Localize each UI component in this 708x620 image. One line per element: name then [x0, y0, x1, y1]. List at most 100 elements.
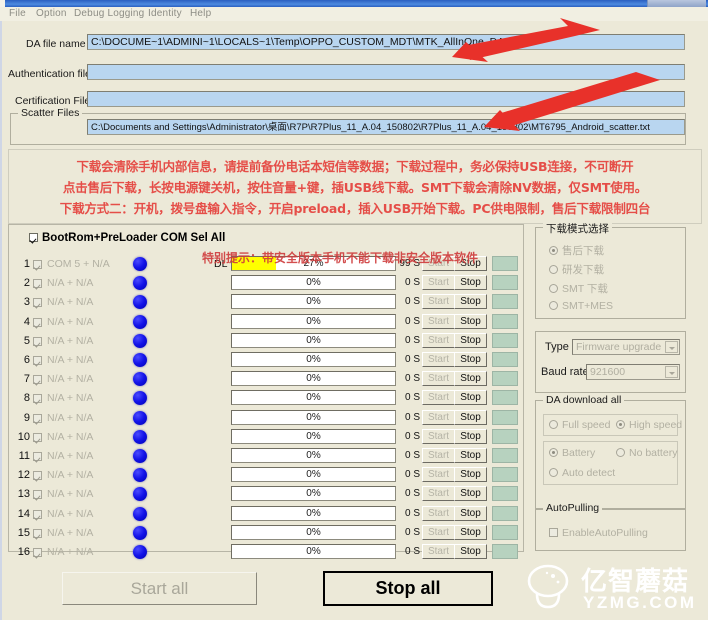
- battery-radio-no-battery[interactable]: [616, 448, 625, 457]
- mode-option-aftersale[interactable]: 售后下载: [549, 243, 604, 258]
- elapsed-seconds: 0 S: [404, 296, 420, 308]
- table-row: 5 N/A + N/A 0% 0 S Start Stop: [9, 332, 525, 351]
- table-row: 13 N/A + N/A 0% 0 S Start Stop: [9, 485, 525, 504]
- stop-button[interactable]: Stop: [454, 275, 487, 291]
- stop-button[interactable]: Stop: [454, 294, 487, 310]
- mode-radio-aftersale[interactable]: [549, 246, 558, 255]
- start-button[interactable]: Start: [422, 524, 455, 540]
- stop-button[interactable]: Stop: [454, 352, 487, 367]
- elapsed-seconds: 0 S: [404, 392, 420, 404]
- start-button[interactable]: Start: [422, 294, 455, 310]
- stop-button[interactable]: Stop: [454, 332, 487, 348]
- start-button[interactable]: Start: [422, 448, 455, 463]
- stop-button[interactable]: Stop: [454, 524, 487, 540]
- status-indicator-icon: [133, 391, 147, 406]
- stop-button[interactable]: Stop: [454, 371, 487, 387]
- warning-panel: 下载会清除手机内部信息，请提前备份电话本短信等数据；下载过程中，务必保持USB连…: [8, 149, 702, 224]
- battery-radio-auto-detect[interactable]: [549, 468, 558, 477]
- cert-file-input[interactable]: [87, 91, 685, 107]
- autopolling-checkbox[interactable]: [549, 528, 558, 537]
- chevron-down-icon[interactable]: [665, 341, 678, 353]
- start-all-button[interactable]: Start all: [62, 572, 257, 605]
- port-checkbox[interactable]: [33, 297, 46, 309]
- start-button[interactable]: Start: [422, 275, 455, 291]
- start-button[interactable]: Start: [422, 467, 455, 483]
- start-button[interactable]: Start: [422, 371, 455, 387]
- port-checkbox[interactable]: [33, 547, 46, 559]
- menu-file[interactable]: File: [9, 8, 26, 19]
- mode-radio-smt[interactable]: [549, 284, 558, 293]
- port-checkbox[interactable]: [33, 451, 46, 463]
- mode-option-rnd[interactable]: 研发下载: [549, 262, 604, 277]
- elapsed-seconds: 0 S: [404, 334, 420, 346]
- autopolling-option[interactable]: EnableAutoPulling: [549, 527, 648, 539]
- start-button[interactable]: Start: [422, 428, 455, 444]
- menu-option[interactable]: Option: [36, 8, 67, 19]
- port-checkbox[interactable]: [33, 317, 46, 329]
- status-indicator-icon: [133, 525, 147, 540]
- stop-button[interactable]: Stop: [454, 390, 487, 406]
- start-button[interactable]: Start: [422, 313, 455, 329]
- stop-button[interactable]: Stop: [454, 428, 487, 444]
- port-checkbox[interactable]: [33, 432, 46, 444]
- status-indicator-icon: [133, 429, 147, 444]
- stop-button[interactable]: Stop: [454, 505, 487, 521]
- battery-option-battery[interactable]: Battery: [549, 447, 595, 459]
- auth-file-input[interactable]: [87, 64, 685, 80]
- port-checkbox[interactable]: [33, 489, 46, 501]
- stop-button[interactable]: Stop: [454, 313, 487, 329]
- mode-radio-rnd[interactable]: [549, 265, 558, 274]
- battery-option-auto-detect[interactable]: Auto detect: [549, 467, 615, 479]
- mode-option-smt[interactable]: SMT 下载: [549, 281, 608, 296]
- auth-file-label: Authentication file: [8, 68, 91, 80]
- mode-option-smt-mes[interactable]: SMT+MES: [549, 300, 613, 312]
- port-checkbox[interactable]: [33, 528, 46, 540]
- start-button[interactable]: Start: [422, 505, 455, 521]
- window-control-buttons[interactable]: [647, 0, 706, 7]
- battery-radio-battery[interactable]: [549, 448, 558, 457]
- port-checkbox[interactable]: [33, 259, 46, 271]
- status-cell: [492, 409, 518, 425]
- da-file-input[interactable]: C:\DOCUME~1\ADMINI~1\LOCALS~1\Temp\OPPO_…: [87, 34, 685, 50]
- port-checkbox[interactable]: [33, 355, 46, 367]
- status-cell: [492, 524, 518, 540]
- start-button[interactable]: Start: [422, 409, 455, 425]
- port-checkbox[interactable]: [33, 509, 46, 521]
- progress-text: 0%: [306, 334, 321, 346]
- select-all-checkbox[interactable]: [29, 233, 38, 242]
- progress-bar: 0%: [231, 486, 396, 502]
- start-button[interactable]: Start: [422, 352, 455, 367]
- port-checkbox[interactable]: [33, 278, 46, 290]
- port-checkbox[interactable]: [33, 393, 46, 405]
- speed-radio-full[interactable]: [549, 420, 558, 429]
- stop-button[interactable]: Stop: [454, 544, 487, 559]
- menu-identity[interactable]: Identity: [148, 8, 182, 19]
- port-checkbox[interactable]: [33, 336, 46, 348]
- port-checkbox[interactable]: [33, 374, 46, 386]
- port-checkbox[interactable]: [33, 470, 46, 482]
- baud-rate-select[interactable]: 921600: [586, 364, 680, 380]
- battery-option-no-battery[interactable]: No battery: [616, 447, 677, 459]
- stop-all-button[interactable]: Stop all: [323, 571, 493, 606]
- chevron-down-icon[interactable]: [665, 366, 678, 378]
- select-all-row[interactable]: BootRom+PreLoader COM Sel All: [29, 232, 225, 244]
- menu-debug-logging[interactable]: Debug Logging: [74, 8, 144, 19]
- menu-help[interactable]: Help: [190, 8, 211, 19]
- start-button[interactable]: Start: [422, 332, 455, 348]
- speed-radio-high[interactable]: [616, 420, 625, 429]
- type-select[interactable]: Firmware upgrade: [572, 339, 680, 355]
- stop-button[interactable]: Stop: [454, 448, 487, 463]
- stop-button[interactable]: Stop: [454, 409, 487, 425]
- stop-button[interactable]: Stop: [454, 486, 487, 502]
- start-button[interactable]: Start: [422, 390, 455, 406]
- speed-option-full[interactable]: Full speed: [549, 419, 610, 431]
- speed-option-high[interactable]: High speed: [616, 419, 682, 431]
- scatter-file-input[interactable]: C:\Documents and Settings\Administrator\…: [87, 119, 685, 135]
- progress-bar: 0%: [231, 371, 396, 387]
- start-button[interactable]: Start: [422, 486, 455, 502]
- autopolling-label: EnableAutoPulling: [562, 527, 648, 539]
- start-button[interactable]: Start: [422, 544, 455, 559]
- mode-radio-smt-mes[interactable]: [549, 301, 558, 310]
- port-checkbox[interactable]: [33, 413, 46, 425]
- stop-button[interactable]: Stop: [454, 467, 487, 483]
